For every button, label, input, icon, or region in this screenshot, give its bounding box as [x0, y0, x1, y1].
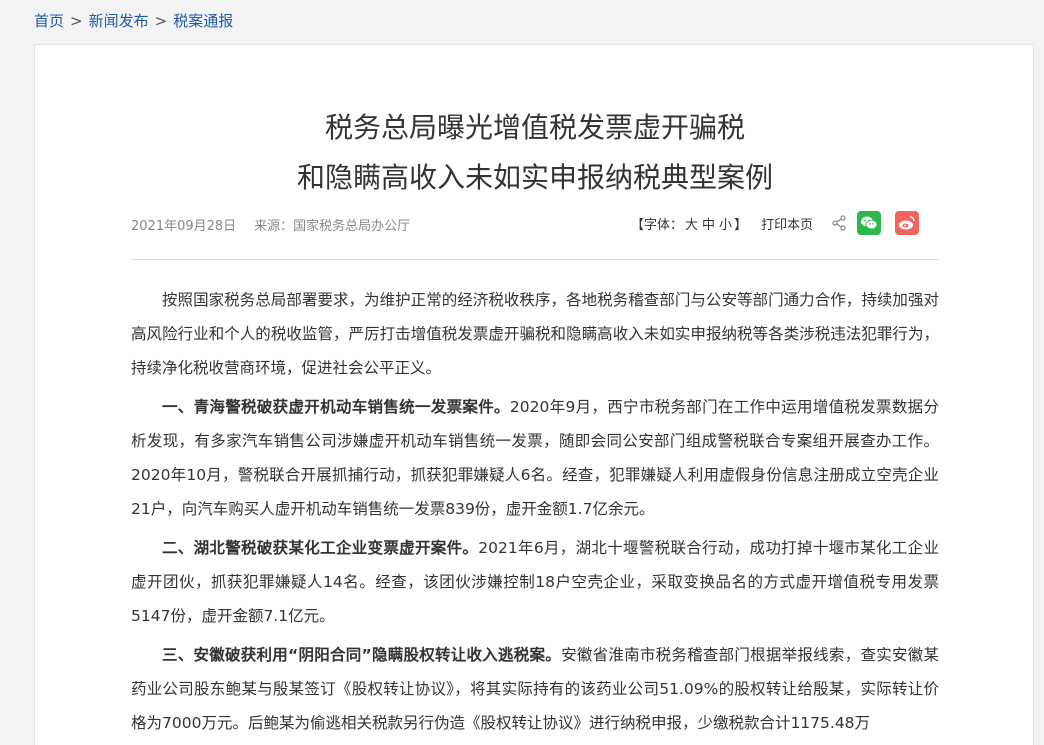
title-line-2: 和隐瞒高收入未如实申报纳税典型案例 — [296, 161, 773, 194]
article-meta: 2021年09月28日 来源：国家税务总局办公厅 — [131, 215, 410, 234]
breadcrumb-home[interactable]: 首页 — [34, 12, 64, 30]
font-label-open: 【字体： — [631, 217, 684, 233]
share-icon[interactable] — [831, 215, 847, 231]
paragraph-heading: 一、青海警税破获虚开机动车销售统一发票案件。 — [162, 398, 510, 416]
font-small-button[interactable]: 小 — [719, 218, 732, 233]
article-body: 按照国家税务总局部署要求，为维护正常的经济税收秩序，各地税务稽查部门与公安等部门… — [131, 283, 939, 745]
breadcrumb: 首页 > 新闻发布 > 税案通报 — [34, 10, 233, 31]
paragraph-heading: 二、湖北警税破获某化工企业变票虚开案件。 — [162, 539, 479, 557]
paragraph: 二、湖北警税破获某化工企业变票虚开案件。2021年6月，湖北十堰警税联合行动，成… — [131, 531, 939, 633]
paragraph-text: 2020年9月，西宁市税务部门在工作中运用增值税发票数据分析发现，有多家汽车销售… — [131, 398, 939, 518]
publish-date: 2021年09月28日 — [131, 219, 237, 234]
font-size-control: 【字体：大中小】 — [631, 214, 747, 233]
breadcrumb-separator: > — [154, 12, 168, 30]
wechat-icon[interactable] — [857, 211, 882, 235]
title-line-1: 税务总局曝光增值税发票虚开骗税 — [324, 111, 745, 144]
divider — [131, 259, 939, 260]
paragraph: 三、安徽破获利用“阴阳合同”隐瞒股权转让收入逃税案。安徽省淮南市税务稽查部门根据… — [131, 638, 939, 740]
breadcrumb-separator: > — [70, 12, 83, 30]
paragraph: 一、青海警税破获虚开机动车销售统一发票案件。2020年9月，西宁市税务部门在工作… — [131, 390, 939, 526]
paragraph-heading: 三、安徽破获利用“阴阳合同”隐瞒股权转让收入逃税案。 — [162, 646, 562, 664]
weibo-icon[interactable] — [895, 211, 920, 235]
breadcrumb-current[interactable]: 税案通报 — [173, 12, 233, 30]
font-label-close: 】 — [734, 217, 748, 233]
print-button[interactable]: 打印本页 — [761, 214, 813, 233]
article-card: 税务总局曝光增值税发票虚开骗税 和隐瞒高收入未如实申报纳税典型案例 2021年0… — [34, 44, 1034, 745]
article-title: 税务总局曝光增值税发票虚开骗税 和隐瞒高收入未如实申报纳税典型案例 — [35, 103, 1035, 203]
paragraph: 按照国家税务总局部署要求，为维护正常的经济税收秩序，各地税务稽查部门与公安等部门… — [131, 283, 939, 385]
font-large-button[interactable]: 大 — [685, 218, 698, 233]
breadcrumb-news[interactable]: 新闻发布 — [89, 12, 149, 30]
article-source: 来源：国家税务总局办公厅 — [254, 219, 411, 234]
article-tools: 【字体：大中小】 打印本页 — [631, 209, 920, 237]
paragraph-text: 按照国家税务总局部署要求，为维护正常的经济税收秩序，各地税务稽查部门与公安等部门… — [131, 291, 939, 377]
font-medium-button[interactable]: 中 — [702, 218, 715, 233]
